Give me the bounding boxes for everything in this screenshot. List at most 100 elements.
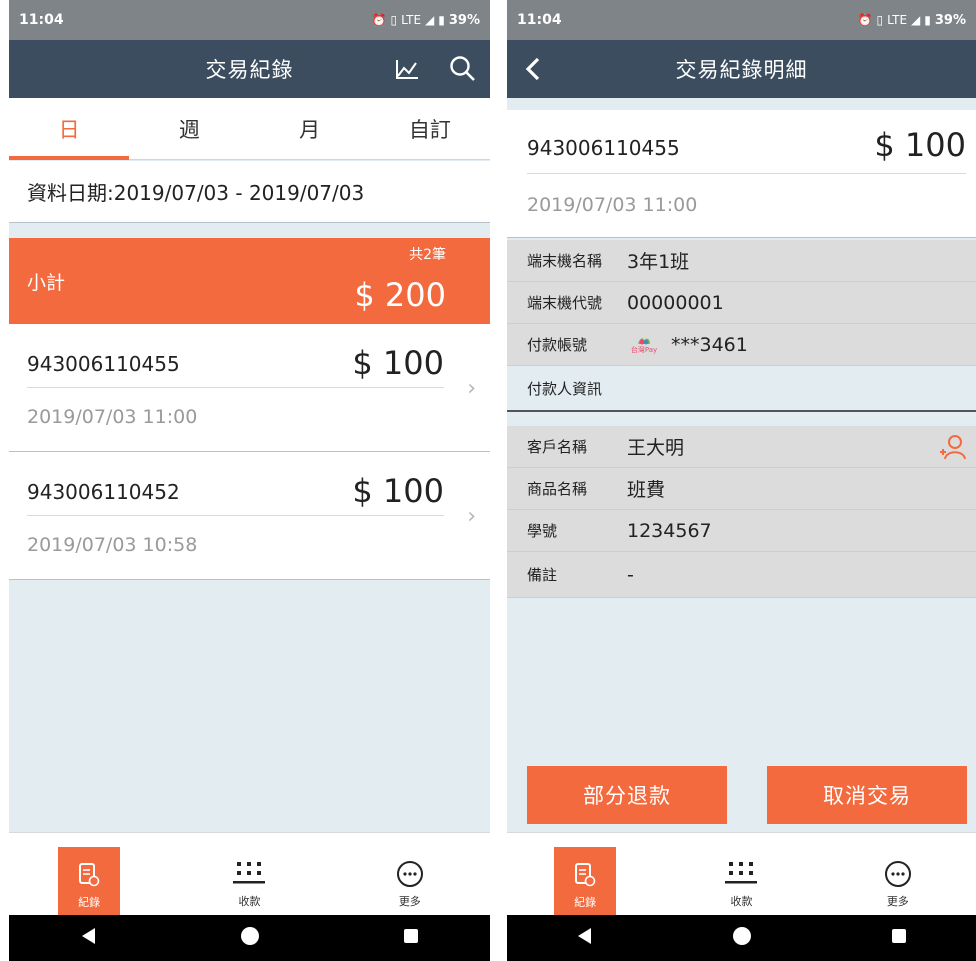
status-bar: 11:04 ⏰ ▯ LTE ◢ ▮ 39% — [9, 0, 490, 40]
back-triangle-icon[interactable] — [81, 927, 97, 949]
home-circle-icon[interactable] — [240, 926, 260, 950]
field-value: ***3461 — [671, 333, 748, 356]
vibrate-icon: ▯ — [876, 13, 884, 27]
battery-icon: ▮ — [438, 13, 445, 27]
transaction-id: 943006110455 — [527, 136, 680, 160]
nav-more[interactable]: 更多 — [330, 833, 490, 915]
tab-week[interactable]: 週 — [129, 98, 249, 159]
field-remark: 備註 - — [507, 552, 976, 598]
transaction-row[interactable]: 943006110455 $ 100 2019/07/03 11:00 › — [9, 324, 490, 452]
field-label: 端末機名稱 — [527, 252, 603, 270]
transaction-detail-screen: 11:04 ⏰ ▯ LTE ◢ ▮ 39% 交易紀錄明細 94300611045… — [507, 0, 976, 961]
search-icon[interactable] — [441, 40, 485, 98]
signal-icon: ◢ — [425, 13, 435, 27]
transaction-datetime: 2019/07/03 11:00 — [527, 194, 698, 216]
transaction-list: 943006110455 $ 100 2019/07/03 11:00 › 94… — [9, 324, 490, 580]
nav-collect[interactable]: 收款 — [663, 833, 819, 915]
partial-refund-button[interactable]: 部分退款 — [527, 766, 727, 824]
field-terminal-id: 端末機代號 00000001 — [507, 282, 976, 324]
transaction-row[interactable]: 943006110452 $ 100 2019/07/03 10:58 › — [9, 452, 490, 580]
transaction-datetime: 2019/07/03 10:58 — [27, 534, 198, 556]
bottom-nav: 紀錄 收款 更多 — [9, 832, 490, 916]
chevron-right-icon: › — [467, 376, 476, 401]
subtotal-label: 小計 — [27, 272, 66, 294]
payer-info-header: 付款人資訊 — [507, 366, 976, 412]
system-nav-bar — [507, 915, 976, 961]
transaction-amount: $ 100 — [352, 344, 444, 382]
tab-month[interactable]: 月 — [250, 98, 370, 159]
subtotal-card: 小計 共2筆 $ 200 — [9, 238, 490, 324]
field-value: 1234567 — [627, 519, 712, 542]
field-label: 備註 — [527, 566, 558, 584]
battery-level: 39% — [934, 12, 966, 28]
transaction-list-screen: 11:04 ⏰ ▯ LTE ◢ ▮ 39% 交易紀錄 日 週 月 自訂 資料日期… — [9, 0, 490, 961]
recents-square-icon[interactable] — [891, 928, 907, 948]
row-divider — [27, 387, 444, 388]
back-triangle-icon[interactable] — [577, 927, 593, 949]
keypad-icon — [232, 857, 266, 891]
home-circle-icon[interactable] — [732, 926, 752, 950]
field-label: 商品名稱 — [527, 480, 588, 498]
recents-square-icon[interactable] — [403, 928, 419, 948]
tab-custom[interactable]: 自訂 — [370, 98, 490, 159]
app-bar: 交易紀錄 — [9, 40, 490, 98]
field-value: 3年1班 — [627, 251, 690, 273]
taiwan-pay-label: 台灣Pay — [630, 345, 658, 354]
cancel-transaction-button[interactable]: 取消交易 — [767, 766, 967, 824]
nav-more[interactable]: 更多 — [820, 833, 976, 915]
nav-collect-label: 收款 — [730, 895, 753, 908]
field-value: 00000001 — [627, 291, 724, 314]
status-icons: ⏰ ▯ LTE ◢ ▮ 39% — [858, 13, 966, 28]
nav-records-active: 紀錄 — [554, 847, 617, 916]
subtotal-amount: $ 200 — [354, 276, 446, 314]
nav-records[interactable]: 紀錄 — [507, 833, 663, 916]
field-label: 付款帳號 — [527, 336, 588, 354]
vibrate-icon: ▯ — [390, 13, 398, 27]
add-contact-icon[interactable] — [938, 434, 966, 464]
network-label: LTE — [887, 13, 908, 27]
field-payment-account: 付款帳號 台灣Pay ***3461 — [507, 324, 976, 366]
network-label: LTE — [401, 13, 422, 27]
period-tabs: 日 週 月 自訂 — [9, 98, 490, 160]
row-divider — [527, 173, 966, 174]
nav-collect[interactable]: 收款 — [169, 833, 329, 915]
transaction-amount: $ 100 — [352, 472, 444, 510]
field-value: - — [627, 563, 634, 586]
transaction-datetime: 2019/07/03 11:00 — [27, 406, 198, 428]
taiwan-pay-logo-icon: 台灣Pay — [627, 336, 661, 354]
date-range: 資料日期:2019/07/03 - 2019/07/03 — [9, 161, 490, 223]
field-value-wrap: 台灣Pay ***3461 — [627, 334, 748, 356]
section-label: 付款人資訊 — [527, 379, 603, 398]
page-title: 交易紀錄 — [205, 58, 294, 82]
battery-level: 39% — [448, 12, 480, 28]
action-buttons: 部分退款 取消交易 — [507, 766, 976, 824]
chart-icon[interactable] — [387, 40, 427, 98]
nav-records-label: 紀錄 — [78, 896, 101, 909]
tab-day[interactable]: 日 — [9, 98, 130, 160]
row-divider — [27, 515, 444, 516]
field-label: 學號 — [527, 522, 558, 540]
status-icons: ⏰ ▯ LTE ◢ ▮ 39% — [372, 13, 480, 28]
system-nav-bar — [9, 915, 490, 961]
status-time: 11:04 — [517, 12, 562, 28]
chevron-right-icon: › — [467, 504, 476, 529]
field-label: 端末機代號 — [527, 294, 603, 312]
alarm-icon: ⏰ — [857, 13, 873, 27]
subtotal-count: 共2筆 — [409, 247, 446, 263]
status-bar: 11:04 ⏰ ▯ LTE ◢ ▮ 39% — [507, 0, 976, 40]
field-value: 王大明 — [627, 437, 685, 459]
nav-more-label: 更多 — [886, 895, 909, 908]
nav-records[interactable]: 紀錄 — [9, 833, 169, 916]
field-terminal-name: 端末機名稱 3年1班 — [507, 240, 976, 282]
nav-records-active: 紀錄 — [58, 847, 121, 916]
alarm-icon: ⏰ — [371, 13, 387, 27]
field-value: 班費 — [627, 479, 666, 501]
field-customer-name: 客戶名稱 王大明 — [507, 426, 976, 468]
app-bar: 交易紀錄明細 — [507, 40, 976, 98]
back-arrow-icon[interactable] — [513, 40, 553, 98]
bottom-nav: 紀錄 收款 更多 — [507, 832, 976, 916]
receipt-icon — [78, 858, 100, 892]
signal-icon: ◢ — [911, 13, 921, 27]
more-icon — [883, 857, 913, 891]
transaction-amount: $ 100 — [874, 126, 966, 164]
